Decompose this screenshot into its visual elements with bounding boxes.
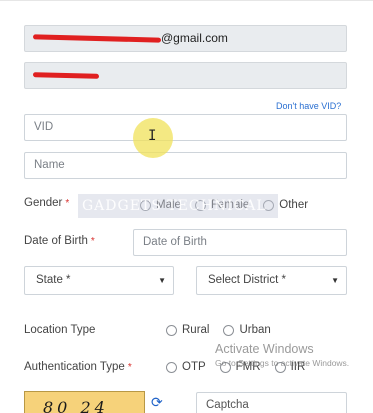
captcha-input[interactable]: Captcha [196, 392, 347, 413]
state-select-value: State * [36, 274, 71, 286]
location-type-label: Location Type [24, 324, 96, 336]
top-divider [0, 0, 373, 4]
auth-option-otp[interactable]: OTP [166, 361, 206, 373]
activate-windows-subtitle: Go to Settings to activate Windows. [215, 358, 350, 368]
email-redaction [32, 34, 162, 44]
auth-type-label: Authentication Type * [24, 361, 132, 373]
select-caret-icon: ▼ [158, 276, 166, 285]
activate-windows-title: Activate Windows [215, 342, 314, 356]
mobile-redaction [32, 72, 100, 80]
text-cursor-icon: I [148, 128, 157, 144]
district-select-value: Select District * [208, 274, 286, 286]
state-select[interactable]: State * ▼ [24, 266, 174, 295]
name-input[interactable]: Name [24, 152, 347, 179]
captcha-image: 80 24 57 [24, 391, 145, 413]
district-select[interactable]: Select District * ▼ [196, 266, 347, 295]
email-field: @gmail.com [24, 25, 347, 52]
mobile-field [24, 62, 347, 89]
email-suffix: @gmail.com [161, 31, 228, 45]
refresh-icon[interactable]: ⟳ [151, 394, 163, 411]
dont-have-vid-link[interactable]: Don't have VID? [276, 101, 341, 111]
select-caret-icon: ▼ [331, 276, 339, 285]
radio-circle[interactable] [223, 324, 235, 336]
location-type-radio-group: Rural Urban [166, 324, 271, 336]
location-option-rural[interactable]: Rural [166, 324, 209, 336]
gender-label: Gender * [24, 197, 70, 209]
radio-circle[interactable] [166, 361, 177, 373]
location-option-urban[interactable]: Urban [223, 324, 271, 336]
activate-windows-watermark: Activate Windows Go to Settings to activ… [215, 342, 349, 368]
radio-circle[interactable] [166, 324, 177, 336]
channel-watermark: GADGETS TECHNICAL [78, 194, 278, 218]
dob-input[interactable]: Date of Birth [133, 229, 347, 256]
vid-input[interactable]: VID [24, 114, 347, 141]
dob-label: Date of Birth * [24, 235, 95, 247]
